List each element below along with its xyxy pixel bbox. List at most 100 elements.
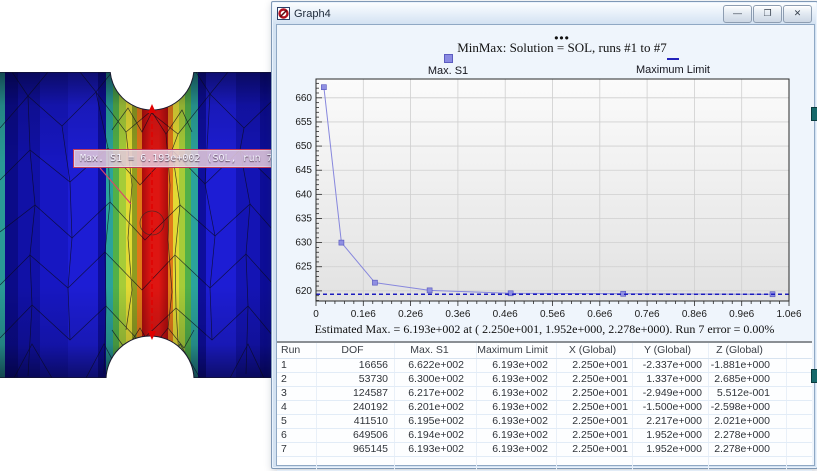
table-cell: [277, 457, 317, 470]
table-cell: [557, 457, 633, 470]
table-cell: [787, 443, 812, 456]
table-cell: 2.021e+000: [709, 415, 787, 428]
table-cell: 6.193e+002: [477, 429, 557, 442]
table-cell: -1.500e+000: [633, 401, 709, 414]
table-row[interactable]: 31245876.217e+0026.193e+0022.250e+001-2.…: [277, 387, 812, 401]
column-header: Run: [277, 343, 317, 358]
table-cell: [317, 457, 395, 470]
table-cell: [633, 457, 709, 470]
column-header: DOF: [317, 343, 395, 358]
table-cell: 2.250e+001: [557, 387, 633, 400]
table-cell: 2.278e+000: [709, 443, 787, 456]
table-row[interactable]: 54115106.195e+0026.193e+0022.250e+0012.2…: [277, 415, 812, 429]
table-cell: 649506: [317, 429, 395, 442]
svg-text:0.5e6: 0.5e6: [540, 309, 565, 320]
svg-text:620: 620: [295, 286, 312, 297]
table-cell: 4: [277, 401, 317, 414]
table-cell: 6.622e+002: [395, 359, 477, 372]
minimize-button[interactable]: —: [723, 5, 752, 23]
table-cell: 6.195e+002: [395, 415, 477, 428]
table-cell: [787, 415, 812, 428]
table-cell: 411510: [317, 415, 395, 428]
table-cell: -2.337e+000: [633, 359, 709, 372]
table-cell: -1.881e+000: [709, 359, 787, 372]
column-header: Max. S1: [395, 343, 477, 358]
svg-text:0.1e6: 0.1e6: [351, 309, 376, 320]
table-cell: 2.250e+001: [557, 401, 633, 414]
svg-text:0.7e6: 0.7e6: [635, 309, 660, 320]
svg-text:0.6e6: 0.6e6: [587, 309, 612, 320]
table-cell: 16656: [317, 359, 395, 372]
minmax-convergence-plot[interactable]: 62062563063564064565065566000.1e60.2e60.…: [284, 56, 801, 321]
table-cell: -2.598e+000: [709, 401, 787, 414]
svg-text:640: 640: [295, 189, 312, 200]
table-cell: 6.193e+002: [477, 401, 557, 414]
window-titlebar[interactable]: Graph4 — ❐ ✕: [273, 3, 816, 24]
max-annotation-tooltip: Max. S1 = 6.193e+002 (SOL, run 7): [73, 149, 286, 168]
table-cell: 2.250e+001: [557, 373, 633, 386]
stress-contour-bands: [0, 26, 273, 424]
table-cell: 6.193e+002: [477, 387, 557, 400]
maximize-button[interactable]: ❐: [753, 5, 782, 23]
table-cell: 7: [277, 443, 317, 456]
table-cell: 6.193e+002: [477, 415, 557, 428]
chart-client-area: ••• MinMax: Solution = SOL, runs #1 to #…: [276, 24, 815, 466]
table-cell: 2.250e+001: [557, 359, 633, 372]
table-cell: 240192: [317, 401, 395, 414]
table-cell: [787, 457, 812, 470]
svg-text:660: 660: [295, 93, 312, 104]
resize-handle-bottom[interactable]: [811, 369, 817, 383]
table-row[interactable]: 66495066.194e+0026.193e+0022.250e+0011.9…: [277, 429, 812, 443]
table-cell: 2.278e+000: [709, 429, 787, 442]
svg-text:0.4e6: 0.4e6: [493, 309, 518, 320]
table-cell: [395, 457, 477, 470]
table-cell: [787, 387, 812, 400]
runs-table: RunDOFMax. S1Maximum LimitX (Global)Y (G…: [277, 343, 812, 465]
table-cell: 3: [277, 387, 317, 400]
table-cell: 6.193e+002: [477, 443, 557, 456]
table-cell: 6.194e+002: [395, 429, 477, 442]
svg-text:650: 650: [295, 141, 312, 152]
svg-text:0.8e6: 0.8e6: [682, 309, 707, 320]
table-row[interactable]: 2537306.300e+0026.193e+0022.250e+0011.33…: [277, 373, 812, 387]
table-cell: 1: [277, 359, 317, 372]
table-row[interactable]: 42401926.201e+0026.193e+0022.250e+001-1.…: [277, 401, 812, 415]
table-cell: 2.250e+001: [557, 429, 633, 442]
app-icon: [277, 7, 290, 20]
table-row[interactable]: 1166566.622e+0026.193e+0022.250e+001-2.3…: [277, 359, 812, 373]
table-cell: [787, 401, 812, 414]
table-cell: [787, 359, 812, 372]
table-header-row: RunDOFMax. S1Maximum LimitX (Global)Y (G…: [277, 343, 812, 359]
table-cell: 2.250e+001: [557, 443, 633, 456]
table-cell: 5.512e-001: [709, 387, 787, 400]
table-cell: 2.250e+001: [557, 415, 633, 428]
svg-text:0.9e6: 0.9e6: [729, 309, 754, 320]
table-cell: 1.952e+000: [633, 443, 709, 456]
svg-text:0.3e6: 0.3e6: [445, 309, 470, 320]
table-cell: 6.193e+002: [477, 373, 557, 386]
column-header: Z (Global): [709, 343, 787, 358]
column-header: Maximum Limit: [477, 343, 557, 358]
svg-text:1.0e6: 1.0e6: [776, 309, 801, 320]
close-button[interactable]: ✕: [783, 5, 812, 23]
table-cell: [787, 373, 812, 386]
fea-model-view[interactable]: [0, 0, 273, 469]
table-cell: 6.193e+002: [395, 443, 477, 456]
svg-text:0.2e6: 0.2e6: [398, 309, 423, 320]
svg-text:645: 645: [295, 165, 312, 176]
table-cell: -2.949e+000: [633, 387, 709, 400]
table-cell: 6.193e+002: [477, 359, 557, 372]
table-cell: [709, 457, 787, 470]
table-cell: 6: [277, 429, 317, 442]
resize-handle-top[interactable]: [811, 107, 817, 121]
table-cell: [787, 429, 812, 442]
table-cell: 1.337e+000: [633, 373, 709, 386]
svg-text:0: 0: [313, 309, 319, 320]
svg-text:635: 635: [295, 213, 312, 224]
svg-text:625: 625: [295, 262, 312, 273]
table-cell: 2.685e+000: [709, 373, 787, 386]
table-cell: 53730: [317, 373, 395, 386]
table-cell: 124587: [317, 387, 395, 400]
table-row[interactable]: 79651456.193e+0026.193e+0022.250e+0011.9…: [277, 443, 812, 457]
table-cell: 965145: [317, 443, 395, 456]
